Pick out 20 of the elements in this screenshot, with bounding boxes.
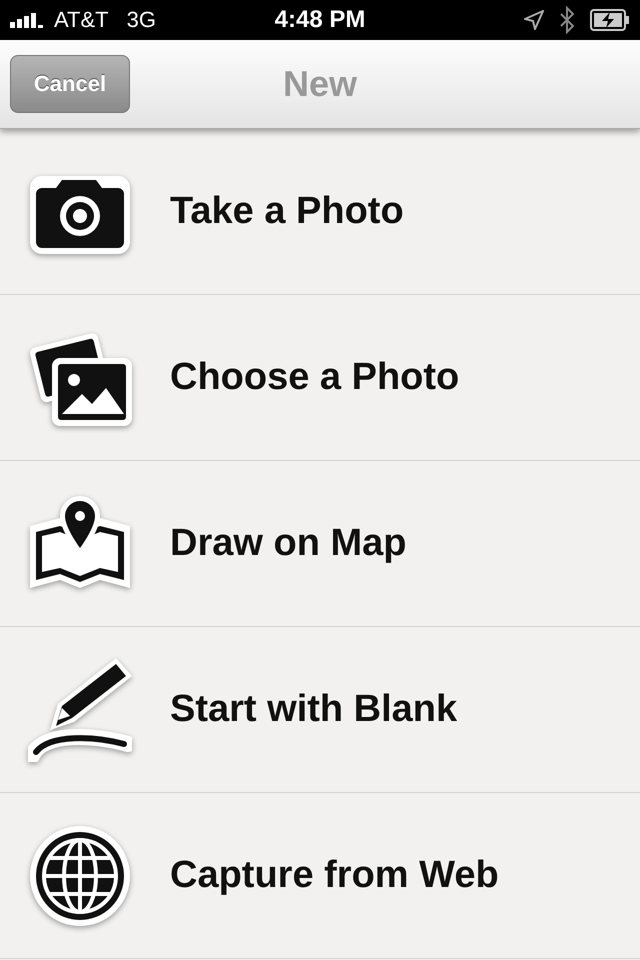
battery-charging-icon <box>590 9 630 31</box>
carrier-name: AT&T <box>54 7 109 33</box>
pen-icon <box>28 658 132 762</box>
bluetooth-icon <box>560 6 574 34</box>
menu-row[interactable]: Start with Blank <box>0 627 640 793</box>
menu-row[interactable]: Choose a Photo <box>0 295 640 461</box>
menu-row[interactable]: Capture from Web <box>0 793 640 959</box>
location-arrow-icon <box>524 10 544 30</box>
row-label: Capture from Web <box>170 854 499 897</box>
row-label: Start with Blank <box>170 688 458 731</box>
screen-title: New <box>282 63 358 105</box>
row-label: Choose a Photo <box>170 356 460 399</box>
network-type: 3G <box>126 7 156 33</box>
menu-row[interactable]: Draw on Map <box>0 461 640 627</box>
signal-icon <box>10 12 46 28</box>
globe-icon <box>28 824 132 928</box>
menu-row[interactable]: Take a Photo <box>0 129 640 295</box>
row-label: Draw on Map <box>170 522 406 565</box>
row-label: Take a Photo <box>170 190 404 233</box>
status-time: 4:48 PM <box>274 6 366 34</box>
